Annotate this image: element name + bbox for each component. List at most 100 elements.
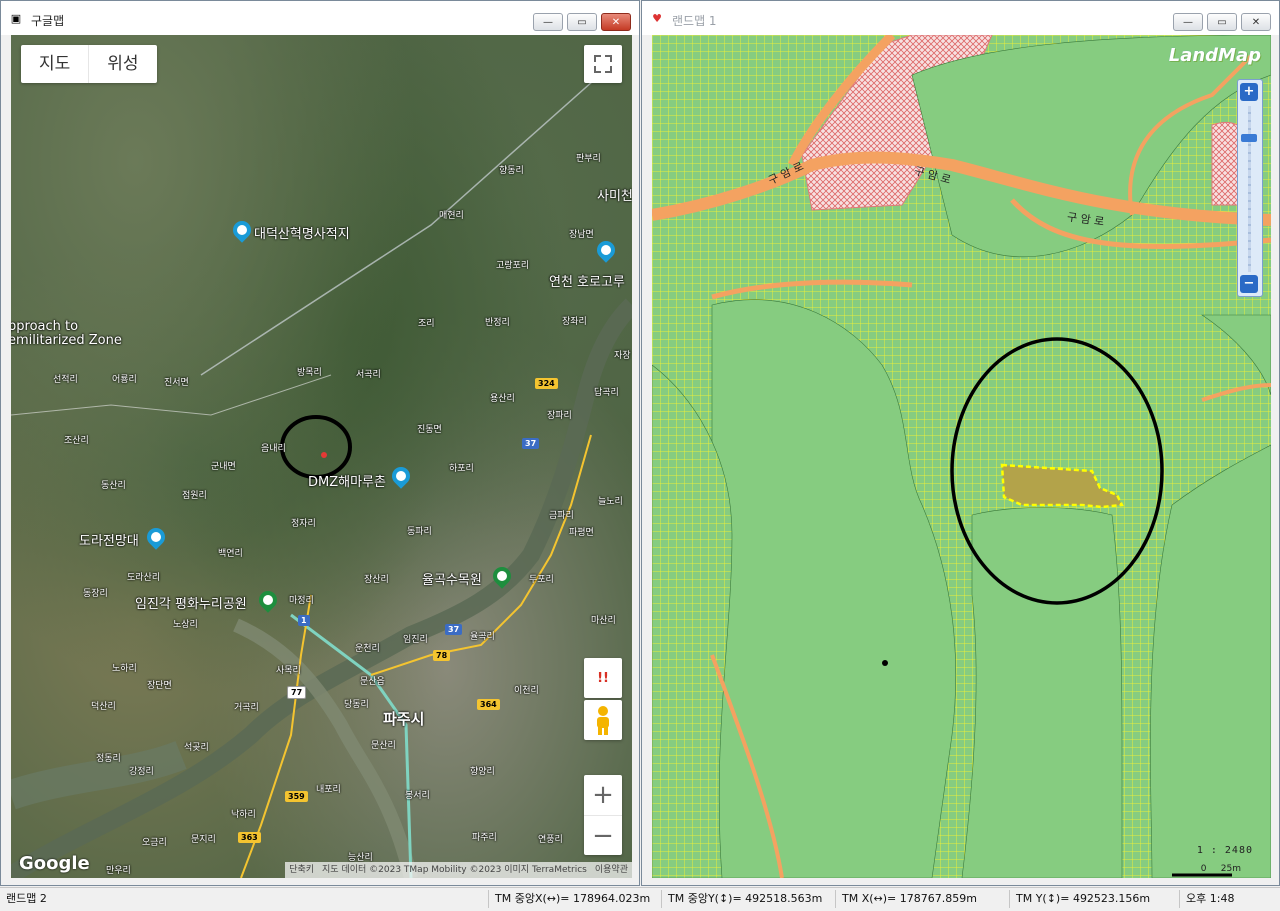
minimize-button[interactable]: — xyxy=(533,13,563,31)
route-shield: 359 xyxy=(285,791,308,802)
window-title: 랜드맵 1 xyxy=(672,14,717,28)
place-label: 도라산리 xyxy=(127,573,161,583)
place-label: 이천리 xyxy=(514,686,539,696)
place-label: 장좌리 xyxy=(562,317,587,327)
place-label: 임진리 xyxy=(403,635,428,645)
satellite-map[interactable]: 지도 위성 향동리 판부리 사미천 대덕산혁명사적지 매현리 장남면 고랑포리 … xyxy=(11,35,632,878)
map-type-satellite-button[interactable]: 위성 xyxy=(88,45,156,83)
route-shield: 1 xyxy=(298,615,310,626)
zoom-in-button[interactable]: + xyxy=(1240,83,1258,101)
title-bar[interactable]: ♥ 랜드맵 1 — ▭ ✕ xyxy=(642,1,1279,35)
place-label: 정자리 xyxy=(291,519,316,529)
place-label: 마산리 xyxy=(591,616,616,626)
place-label: 연풍리 xyxy=(538,835,563,845)
place-label: 판부리 xyxy=(576,154,601,164)
pegman-button[interactable] xyxy=(584,700,622,740)
place-label: 용산리 xyxy=(490,394,515,404)
land-use-map xyxy=(652,35,1271,878)
place-label: 늘노리 xyxy=(598,497,623,507)
zoom-out-button[interactable]: − xyxy=(1240,275,1258,293)
place-label[interactable]: 율곡수목원 xyxy=(422,569,482,588)
maximize-button[interactable]: ▭ xyxy=(567,13,597,31)
status-tm-y: TM Y(↕)= 492523.156m xyxy=(1009,890,1179,908)
fullscreen-button[interactable] xyxy=(584,45,622,83)
zoom-track[interactable] xyxy=(1248,106,1251,272)
place-label[interactable]: DMZ해마루촌 xyxy=(308,471,386,490)
zoom-out-button[interactable]: − xyxy=(584,815,622,856)
place-label: 고랑포리 xyxy=(496,261,530,271)
place-label: 어룡리 xyxy=(112,375,137,385)
place-label: 파주리 xyxy=(472,833,497,843)
scale-value: 25m xyxy=(1220,864,1241,874)
route-shield: 324 xyxy=(535,378,558,389)
title-bar[interactable]: ▣ 구글맵 — ▭ ✕ xyxy=(1,1,639,35)
place-label: 동장리 xyxy=(83,589,108,599)
place-label: 답곡리 xyxy=(594,388,619,398)
place-label: emilitarized Zone xyxy=(11,333,122,348)
place-label[interactable]: 임진각 평화누리공원 xyxy=(135,593,247,612)
place-label: 조산리 xyxy=(64,436,89,446)
place-label: 선적리 xyxy=(53,375,78,385)
place-label: 만우리 xyxy=(106,866,131,876)
place-label: 사미천 xyxy=(597,189,632,204)
place-label: 노하리 xyxy=(112,664,137,674)
minimize-button[interactable]: — xyxy=(1173,13,1203,31)
map-type-toggle: 지도 위성 xyxy=(21,45,157,83)
close-button[interactable]: ✕ xyxy=(601,13,631,31)
map-attribution: 단축키 지도 데이터 ©2023 TMap Mobility ©2023 이미지… xyxy=(285,862,632,878)
place-label: 율곡리 xyxy=(470,632,495,642)
place-label: 당동리 xyxy=(344,700,369,710)
place-label: 노상리 xyxy=(173,620,198,630)
route-shield: 37 xyxy=(445,624,463,635)
place-label: 진서면 xyxy=(164,378,189,388)
place-label: 반정리 xyxy=(485,318,510,328)
place-label: 금파리 xyxy=(549,511,574,521)
pegman-icon xyxy=(597,706,609,735)
terms-link[interactable]: 이용약관 xyxy=(595,862,628,878)
place-label: 내포리 xyxy=(316,785,341,795)
place-label: 장단면 xyxy=(147,681,172,691)
place-label: 향양리 xyxy=(470,767,495,777)
scale-ratio: 1 : 2480 xyxy=(1196,845,1253,856)
zoom-thumb[interactable] xyxy=(1241,134,1257,142)
map-type-map-button[interactable]: 지도 xyxy=(21,45,88,83)
place-label: 봉서리 xyxy=(405,791,430,801)
route-shield: 37 xyxy=(522,438,540,449)
place-label: 동파리 xyxy=(407,527,432,537)
place-label: 운천리 xyxy=(355,644,380,654)
place-label[interactable]: 대덕산혁명사적지 xyxy=(254,223,350,242)
status-tm-x: TM X(↔)= 178767.859m xyxy=(835,890,1009,908)
place-label: 마정리 xyxy=(289,596,314,606)
place-label: 두포리 xyxy=(529,575,554,585)
zoom-in-button[interactable]: + xyxy=(584,775,622,815)
place-label: 문지리 xyxy=(191,835,216,845)
place-label: 향동리 xyxy=(499,166,524,176)
place-label: 거곡리 xyxy=(234,703,259,713)
place-label: 하포리 xyxy=(449,464,474,474)
cadastral-map[interactable]: 구 암 로 구 암 로 구 암 로 LandMap + − 1 : 2480 0… xyxy=(652,35,1271,878)
place-label: 진동면 xyxy=(417,425,442,435)
route-shield: 363 xyxy=(238,832,261,843)
place-label: 매현리 xyxy=(439,211,464,221)
maximize-button[interactable]: ▭ xyxy=(1207,13,1237,31)
landmap-app-icon: ♥ xyxy=(652,12,662,25)
app-icon: ▣ xyxy=(10,12,22,25)
scale-bar: 0 25m xyxy=(1201,864,1241,874)
place-label: 정동리 xyxy=(96,754,121,764)
landmap-logo: LandMap xyxy=(1168,45,1261,66)
place-label: 점원리 xyxy=(182,491,207,501)
keyboard-shortcuts-link[interactable]: 단축키 xyxy=(289,862,314,878)
place-label[interactable]: 도라전망대 xyxy=(79,530,139,549)
place-label: 동산리 xyxy=(101,481,126,491)
zoom-control: + − xyxy=(584,775,622,855)
zoom-slider[interactable]: + − xyxy=(1237,79,1263,297)
status-bar: 랜드맵 2 TM 중앙X(↔)= 178964.023m TM 중앙Y(↕)= … xyxy=(0,887,1280,911)
place-label: 덕산리 xyxy=(91,702,116,712)
place-label: 백연리 xyxy=(218,549,243,559)
route-shield: 364 xyxy=(477,699,500,710)
close-button[interactable]: ✕ xyxy=(1241,13,1271,31)
place-label: 자장 xyxy=(614,351,631,361)
place-label: 석곶리 xyxy=(184,743,209,753)
place-label[interactable]: 연천 호로고루 xyxy=(549,271,625,290)
google-map-window: ▣ 구글맵 — ▭ ✕ 지도 위성 향동리 판부리 사미천 대덕산혁명사적지 매… xyxy=(0,0,640,886)
